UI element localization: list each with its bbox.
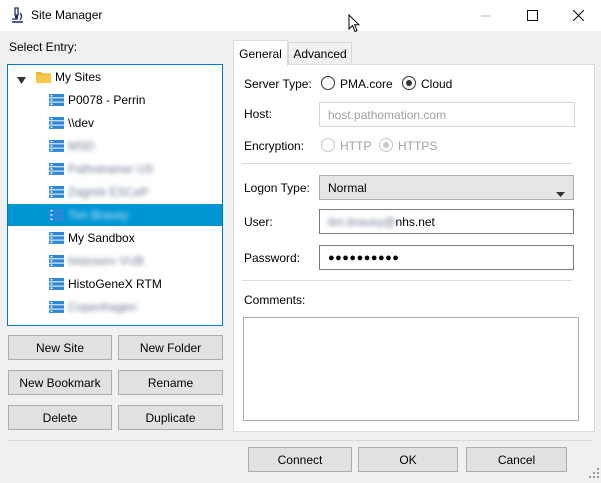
encryption-label: Encryption: xyxy=(244,139,305,153)
host-input[interactable]: host.pathomation.com xyxy=(319,102,575,127)
folder-icon xyxy=(36,71,51,86)
comments-label: Comments: xyxy=(244,293,306,307)
general-tab-panel: Server Type: PMA.core Cloud Host: host.p… xyxy=(233,64,595,432)
tree-site-item[interactable]: \\dev xyxy=(8,112,222,134)
site-tree[interactable]: My Sites P0078 - Perrin \\dev MSD Pathotrai… xyxy=(7,64,223,326)
radio-http[interactable] xyxy=(321,138,335,152)
new-bookmark-button[interactable]: New Bookmark xyxy=(8,370,112,395)
maximize-button[interactable] xyxy=(509,0,555,31)
radio-https-label[interactable]: HTTPS xyxy=(398,139,437,153)
tree-site-label: histoserv VUB xyxy=(68,254,145,268)
radio-cloud[interactable] xyxy=(402,76,416,90)
server-icon xyxy=(49,117,64,132)
host-label: Host: xyxy=(244,107,273,121)
password-input[interactable]: ●●●●●●●●●● xyxy=(319,245,574,270)
server-icon xyxy=(49,140,64,155)
user-value-redacted: tim.bravey@ xyxy=(328,214,396,229)
close-button[interactable] xyxy=(555,0,601,31)
tree-site-item[interactable]: Copenhagen xyxy=(8,296,222,318)
server-icon xyxy=(49,163,64,178)
chevron-down-icon xyxy=(556,186,565,200)
connect-button[interactable]: Connect xyxy=(248,447,352,472)
tab-advanced[interactable]: Advanced xyxy=(288,42,352,64)
tree-site-label: Copenhagen xyxy=(68,300,137,314)
new-site-button[interactable]: New Site xyxy=(8,335,112,360)
user-label: User: xyxy=(244,215,273,229)
tree-site-label: \\dev xyxy=(68,116,95,130)
mouse-cursor-icon xyxy=(348,13,361,36)
server-icon xyxy=(49,255,64,270)
select-entry-label: Select Entry: xyxy=(9,40,78,54)
server-icon xyxy=(49,186,64,201)
logon-type-label: Logon Type: xyxy=(244,181,310,195)
cancel-button[interactable]: Cancel xyxy=(466,447,567,472)
duplicate-button[interactable]: Duplicate xyxy=(118,405,223,430)
password-value: ●●●●●●●●●● xyxy=(328,251,400,264)
server-icon xyxy=(49,209,64,224)
delete-button[interactable]: Delete xyxy=(8,405,112,430)
divider xyxy=(242,163,572,164)
comments-textarea[interactable] xyxy=(243,317,579,421)
tree-site-item[interactable]: HistoGeneX RTM xyxy=(8,273,222,295)
tree-site-item[interactable]: Pathotrainer US xyxy=(8,158,222,180)
user-value-domain: nhs.net xyxy=(395,214,435,229)
expand-arrow-icon[interactable] xyxy=(17,73,26,87)
tree-site-item[interactable]: MSD xyxy=(8,135,222,157)
radio-pma-core[interactable] xyxy=(321,76,335,90)
divider xyxy=(242,280,572,281)
tree-site-item[interactable]: Zagreb ESCaP xyxy=(8,181,222,203)
tree-site-label: Tim Bravey xyxy=(68,208,129,222)
tree-site-label: P0078 - Perrin xyxy=(68,93,146,107)
title-bar: Site Manager xyxy=(0,0,601,33)
server-icon xyxy=(49,94,64,109)
radio-cloud-label[interactable]: Cloud xyxy=(421,77,452,91)
tree-folder-my-sites[interactable]: My Sites xyxy=(8,66,222,88)
logon-type-value: Normal xyxy=(328,180,367,195)
rename-button[interactable]: Rename xyxy=(118,370,223,395)
server-type-label: Server Type: xyxy=(244,77,312,91)
tree-site-item[interactable]: P0078 - Perrin xyxy=(8,89,222,111)
tree-site-item[interactable]: histoserv VUB xyxy=(8,250,222,272)
close-icon xyxy=(572,10,584,21)
radio-http-label[interactable]: HTTP xyxy=(340,139,371,153)
radio-pma-core-label[interactable]: PMA.core xyxy=(340,77,393,91)
tree-site-item[interactable]: Tim Bravey xyxy=(8,204,222,226)
new-folder-button[interactable]: New Folder xyxy=(118,335,223,360)
radio-https[interactable] xyxy=(379,138,393,152)
minimize-button[interactable] xyxy=(463,0,509,31)
ok-button[interactable]: OK xyxy=(358,447,458,472)
tree-site-label: HistoGeneX RTM xyxy=(68,277,162,291)
password-label: Password: xyxy=(244,251,301,265)
server-icon xyxy=(49,301,64,316)
tab-general[interactable]: General xyxy=(233,40,288,66)
logon-type-select[interactable]: Normal xyxy=(319,175,574,200)
user-input[interactable]: tim.bravey@ nhs.net xyxy=(319,209,574,234)
host-placeholder: host.pathomation.com xyxy=(328,107,447,122)
tree-site-label: Pathotrainer US xyxy=(68,162,154,176)
tree-site-label: Zagreb ESCaP xyxy=(68,185,149,199)
resize-grip-icon[interactable] xyxy=(589,467,599,481)
server-icon xyxy=(49,232,64,247)
window-title: Site Manager xyxy=(31,8,103,22)
minimize-icon xyxy=(481,15,491,16)
tree-site-item[interactable]: My Sandbox xyxy=(8,227,222,249)
tree-folder-label: My Sites xyxy=(55,70,102,84)
tree-site-label: My Sandbox xyxy=(68,231,135,245)
microscope-icon xyxy=(9,7,26,24)
tree-site-label: MSD xyxy=(68,139,95,153)
maximize-icon xyxy=(526,10,538,21)
server-icon xyxy=(49,278,64,293)
footer-divider xyxy=(8,440,593,441)
